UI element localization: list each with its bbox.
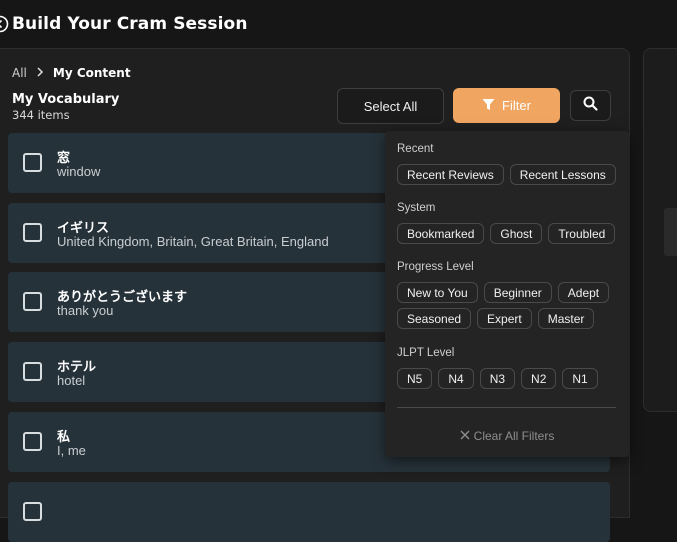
search-icon xyxy=(583,96,598,115)
item-checkbox[interactable] xyxy=(23,223,42,242)
breadcrumb-root[interactable]: All xyxy=(12,66,27,80)
filter-section-jlpt: JLPT Level xyxy=(397,347,455,359)
select-all-label: Select All xyxy=(363,98,418,114)
item-checkbox[interactable] xyxy=(23,153,42,172)
filter-chip[interactable]: Master xyxy=(537,308,595,329)
filter-chip[interactable]: Troubled xyxy=(548,223,616,244)
filter-chip[interactable]: N3 xyxy=(479,368,516,389)
filter-chip[interactable]: Bookmarked xyxy=(397,223,485,244)
vocab-meaning: thank you xyxy=(57,303,114,318)
filter-chip[interactable]: Recent Reviews xyxy=(397,164,504,185)
filter-chip[interactable]: Expert xyxy=(477,308,532,329)
breadcrumb: All My Content xyxy=(12,66,131,80)
item-checkbox[interactable] xyxy=(23,292,42,311)
item-count: 344 items xyxy=(12,108,70,122)
item-checkbox[interactable] xyxy=(23,362,42,381)
funnel-icon xyxy=(482,98,495,114)
filter-dropdown: Recent Recent Reviews Recent Lessons Sys… xyxy=(385,131,629,457)
filter-chip[interactable]: Recent Lessons xyxy=(509,164,616,185)
filter-chip-row-progress-1: New to You Beginner Adept xyxy=(397,282,610,303)
filter-chip[interactable]: Beginner xyxy=(483,282,552,303)
side-panel-handle[interactable] xyxy=(664,208,677,256)
page-title: Build Your Cram Session xyxy=(12,14,248,34)
search-button[interactable] xyxy=(570,90,611,121)
clear-all-filters-button[interactable]: Clear All Filters xyxy=(385,429,629,443)
back-arrow-icon[interactable] xyxy=(0,14,10,34)
filter-section-progress: Progress Level xyxy=(397,261,474,273)
filter-button[interactable]: Filter xyxy=(453,88,560,123)
filter-section-system: System xyxy=(397,202,436,214)
vocab-meaning: United Kingdom, Britain, Great Britain, … xyxy=(57,234,329,249)
filter-label: Filter xyxy=(502,98,531,113)
item-checkbox[interactable] xyxy=(23,432,42,451)
filter-chip[interactable]: Adept xyxy=(557,282,610,303)
filter-chip[interactable]: N2 xyxy=(521,368,557,389)
list-title: My Vocabulary xyxy=(12,92,120,107)
chevron-right-icon xyxy=(36,66,44,80)
vocab-item[interactable] xyxy=(8,482,610,542)
filter-section-recent: Recent xyxy=(397,143,434,155)
select-all-button[interactable]: Select All xyxy=(337,88,444,124)
vocab-meaning: window xyxy=(57,164,101,179)
filter-chip[interactable]: N1 xyxy=(562,368,598,389)
app-header: Build Your Cram Session xyxy=(0,0,677,48)
item-checkbox[interactable] xyxy=(23,502,42,521)
close-icon xyxy=(460,429,470,443)
filter-chip-row-progress-2: Seasoned Expert Master xyxy=(397,308,595,329)
filter-chip[interactable]: New to You xyxy=(397,282,478,303)
filter-chip-row-system: Bookmarked Ghost Troubled xyxy=(397,223,616,244)
clear-all-filters-label: Clear All Filters xyxy=(473,429,555,443)
filter-chip[interactable]: Seasoned xyxy=(397,308,472,329)
filter-chip[interactable]: N4 xyxy=(438,368,474,389)
breadcrumb-current: My Content xyxy=(52,66,131,80)
filter-divider xyxy=(397,407,616,408)
filter-chip[interactable]: Ghost xyxy=(490,223,543,244)
vocab-meaning: hotel xyxy=(57,373,86,388)
filter-chip-row-recent: Recent Reviews Recent Lessons xyxy=(397,164,616,185)
filter-chip-row-jlpt: N5 N4 N3 N2 N1 xyxy=(397,368,598,389)
vocab-meaning: I, me xyxy=(57,443,86,458)
filter-chip[interactable]: N5 xyxy=(397,368,433,389)
